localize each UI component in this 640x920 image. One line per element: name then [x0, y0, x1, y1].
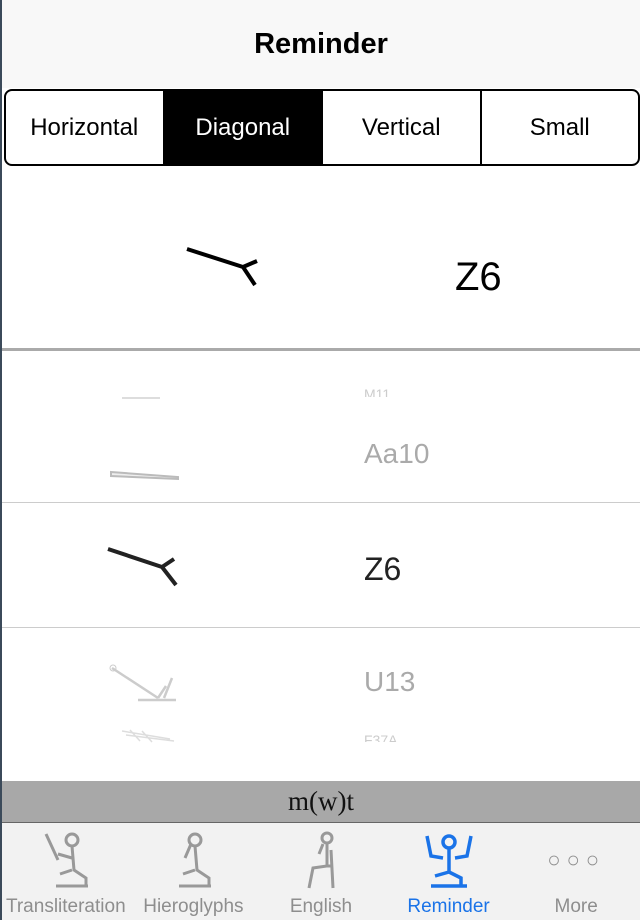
- seated-figure-staff-icon: [44, 832, 88, 888]
- tab-label: More: [554, 896, 598, 917]
- picker-code: F37A: [364, 733, 398, 742]
- sign-picker[interactable]: M11 Aa10 Z6 U13 F37A: [2, 351, 640, 781]
- tab-label: Reminder: [407, 896, 490, 917]
- picker-row[interactable]: U13: [2, 628, 640, 728]
- picker-code: Aa10: [364, 438, 430, 469]
- segment-vertical[interactable]: Vertical: [321, 91, 480, 164]
- picker-row[interactable]: Aa10: [2, 401, 640, 501]
- picker-code: U13: [364, 666, 416, 697]
- transliteration-text: m(w)t: [288, 786, 354, 816]
- picker-row-selected[interactable]: Z6: [2, 503, 640, 627]
- orientation-segmented-control: Horizontal Diagonal Vertical Small: [4, 89, 640, 166]
- u13-plough-glyph-icon: [109, 664, 176, 702]
- selected-sign-code: Z6: [455, 255, 502, 299]
- z6-glyph-icon: [107, 547, 178, 587]
- page-title: Reminder: [254, 27, 388, 60]
- more-dots-icon: ○○○: [547, 847, 606, 872]
- tab-transliteration[interactable]: Transliteration: [2, 823, 130, 920]
- segment-diagonal[interactable]: Diagonal: [162, 91, 321, 164]
- selected-sign-display: Z6: [2, 167, 640, 349]
- seated-figure-hand-to-mouth-icon: [179, 832, 212, 888]
- z6-glyph-icon: [186, 247, 258, 287]
- picker-code: Z6: [364, 551, 402, 587]
- f37a-glyph-icon: [121, 729, 175, 743]
- picker-row[interactable]: M11: [2, 351, 640, 399]
- tab-label: English: [289, 896, 353, 917]
- tab-reminder[interactable]: Reminder: [385, 823, 513, 920]
- segment-small[interactable]: Small: [479, 91, 639, 164]
- tab-more[interactable]: ○○○ More: [512, 823, 640, 920]
- figure-arms-raised-icon: [424, 834, 473, 888]
- aa10-glyph-icon: [110, 470, 179, 481]
- tab-bar: Transliteration Hieroglyphs English Remi…: [2, 823, 640, 920]
- tab-hieroglyphs[interactable]: Hieroglyphs: [130, 823, 258, 920]
- seated-figure-chair-icon: [307, 831, 335, 889]
- tab-label: Transliteration: [5, 896, 126, 917]
- nav-header: Reminder: [2, 0, 640, 88]
- transliteration-bar: m(w)t: [2, 781, 640, 823]
- picker-row[interactable]: F37A: [2, 729, 640, 749]
- tab-english[interactable]: English: [257, 823, 385, 920]
- tab-label: Hieroglyphs: [143, 896, 244, 917]
- segment-horizontal[interactable]: Horizontal: [6, 91, 163, 164]
- picker-code: M11: [364, 386, 391, 397]
